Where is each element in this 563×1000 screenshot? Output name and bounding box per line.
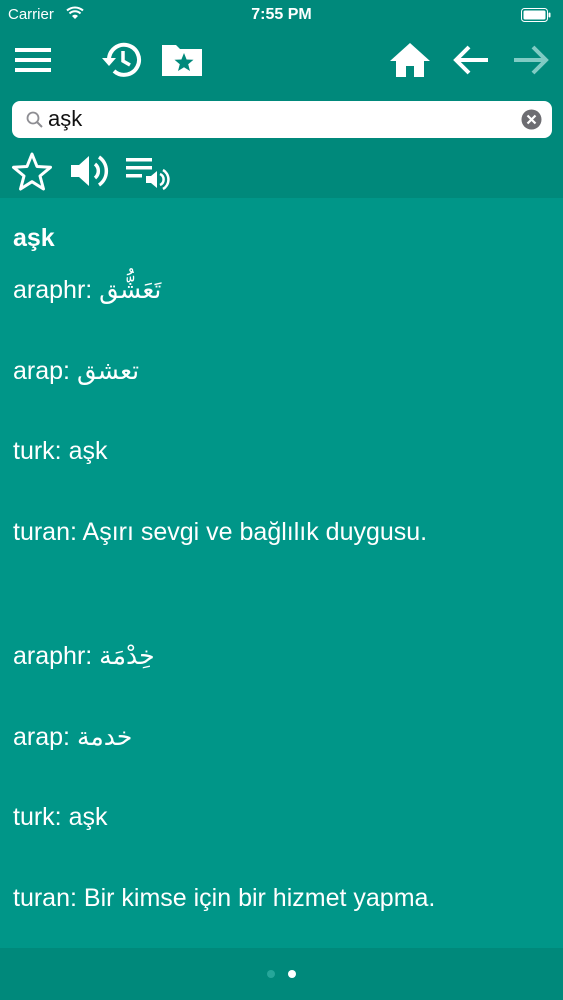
entry-line-value: تعشق	[76, 356, 140, 385]
menu-button[interactable]	[9, 32, 57, 88]
dictionary-app: Carrier 7:55 PM aşk aşk araphr: تَعَشُّق…	[0, 0, 563, 1000]
entry-line-label: turan:	[13, 518, 77, 546]
entry-line-label: turk:	[13, 437, 62, 465]
back-arrow-icon	[451, 43, 491, 77]
header: Carrier 7:55 PM	[0, 0, 563, 198]
entry-line: araphr: تَعَشُّق	[13, 275, 161, 305]
entry-line-value: aşk	[68, 803, 108, 831]
entry-line-value: Bir kimse için bir hizmet yapma.	[83, 884, 436, 912]
forward-button[interactable]	[507, 32, 555, 88]
entry-line-value: aşk	[68, 437, 108, 465]
pronounce-button[interactable]	[67, 150, 113, 196]
star-icon	[11, 151, 53, 196]
entry-line: turan: Aşırı sevgi ve bağlılık duygusu.	[13, 518, 427, 547]
status-time: 7:55 PM	[251, 6, 312, 23]
entry-line-label: arap:	[13, 357, 70, 385]
speaker-icon	[68, 151, 112, 196]
home-icon	[388, 41, 432, 79]
search-input[interactable]	[48, 104, 518, 134]
battery-icon	[521, 8, 551, 22]
entry-content: aşk araphr: تَعَشُّق arap: تعشق turk: aş…	[0, 198, 563, 948]
page-dot-1[interactable]	[267, 970, 275, 978]
home-button[interactable]	[386, 32, 434, 88]
favorite-button[interactable]	[10, 150, 54, 196]
entry-line: turk: aşk	[13, 803, 107, 832]
page-dot-2-active[interactable]	[288, 970, 296, 978]
clear-search-icon[interactable]	[521, 109, 542, 130]
page-indicator	[0, 948, 563, 1000]
entry-line: arap: خدمة	[13, 722, 132, 752]
entry-line-label: araphr:	[13, 642, 93, 670]
entry-line: turan: Bir kimse için bir hizmet yapma.	[13, 884, 435, 913]
entry-line-label: turk:	[13, 803, 62, 831]
playlist-speak-icon	[124, 151, 170, 196]
speak-all-button[interactable]	[123, 150, 171, 196]
favorites-folder-button[interactable]	[158, 32, 206, 88]
entry-line: turk: aşk	[13, 437, 107, 466]
history-button[interactable]	[98, 32, 146, 88]
search-icon	[26, 111, 43, 133]
entry-title: aşk	[13, 224, 55, 252]
toolbar	[0, 32, 563, 92]
history-icon	[99, 39, 145, 81]
entry-line: arap: تعشق	[13, 356, 139, 386]
entry-actions-bar	[0, 150, 563, 198]
search-bar	[12, 101, 552, 138]
entry-line-value: خِدْمَة	[99, 641, 155, 670]
favorites-folder-icon	[159, 41, 205, 79]
status-bar: Carrier 7:55 PM	[0, 0, 563, 30]
entry-line-value: خدمة	[76, 722, 133, 751]
entry-line-label: arap:	[13, 723, 70, 751]
back-button[interactable]	[447, 32, 495, 88]
entry-line-value: تَعَشُّق	[99, 275, 162, 304]
entry-line-value: Aşırı sevgi ve bağlılık duygusu.	[82, 518, 428, 546]
entry-line-label: araphr:	[13, 276, 93, 304]
entry-line-label: turan:	[13, 884, 77, 912]
menu-icon	[13, 45, 53, 75]
forward-arrow-icon	[511, 43, 551, 77]
entry-line: araphr: خِدْمَة	[13, 641, 155, 671]
